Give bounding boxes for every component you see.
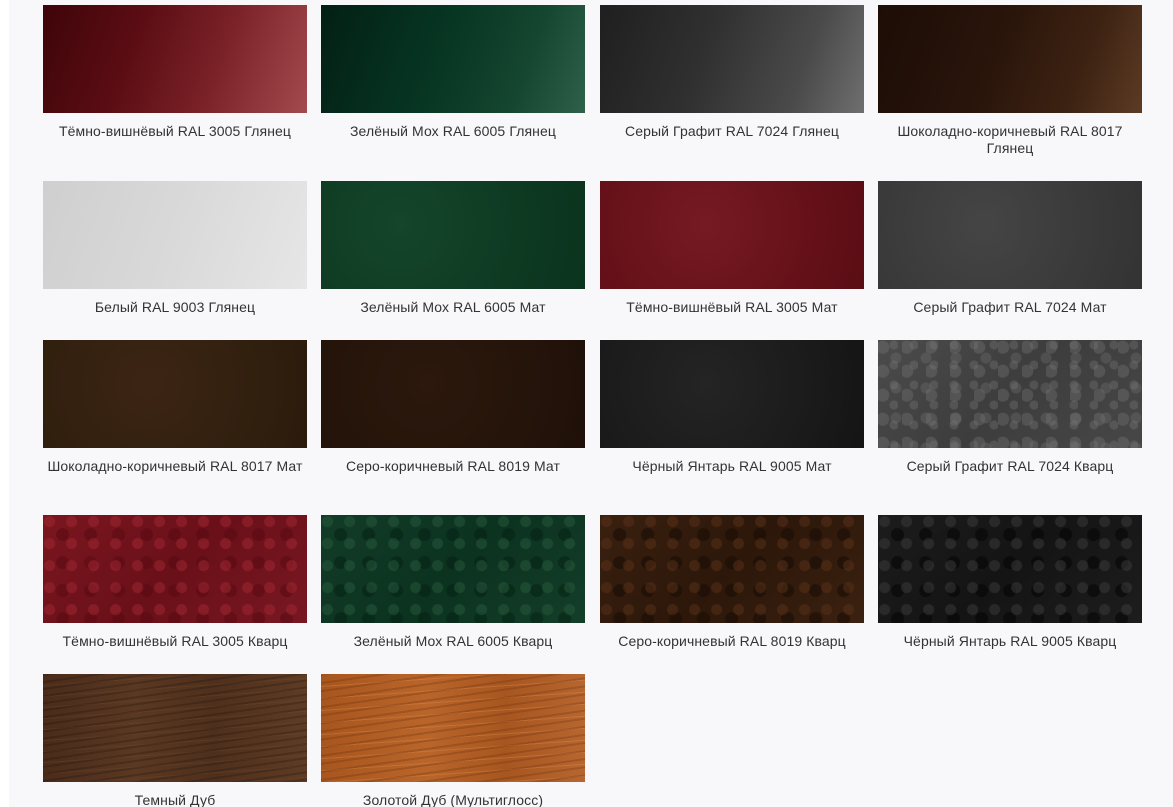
swatch-label: Тёмно-вишнёвый RAL 3005 Мат [626,299,838,315]
swatch-image[interactable] [43,5,307,113]
swatch-image[interactable] [600,340,864,448]
swatch-dark-oak[interactable]: Темный Дуб [43,674,307,807]
swatch-image[interactable] [878,515,1142,623]
swatch-image[interactable] [878,5,1142,113]
swatch-image[interactable] [600,5,864,113]
swatch-cherry-3005-mat[interactable]: Тёмно-вишнёвый RAL 3005 Мат [600,181,864,316]
swatch-chocolate-8017-mat[interactable]: Шоколадно-коричневый RAL 8017 Мат [43,340,307,475]
swatch-image[interactable] [321,674,585,782]
swatch-graphite-7024-gloss[interactable]: Серый Графит RAL 7024 Глянец [600,5,864,140]
page: Тёмно-вишнёвый RAL 3005 Глянец Зелёный М… [0,0,1173,807]
swatch-chocolate-8017-gloss[interactable]: Шоколадно-коричневый RAL 8017 Глянец [878,5,1142,157]
swatch-label: Серо-коричневый RAL 8019 Мат [346,458,560,474]
swatch-green-6005-gloss[interactable]: Зелёный Мох RAL 6005 Глянец [321,5,585,140]
swatch-image[interactable] [878,181,1142,289]
swatch-graphite-7024-mat[interactable]: Серый Графит RAL 7024 Мат [878,181,1142,316]
swatch-greybrown-8019-mat[interactable]: Серо-коричневый RAL 8019 Мат [321,340,585,475]
swatch-graphite-7024-quartz[interactable]: Серый Графит RAL 7024 Кварц [878,340,1142,475]
swatch-green-6005-mat[interactable]: Зелёный Мох RAL 6005 Мат [321,181,585,316]
swatch-label: Белый RAL 9003 Глянец [94,299,256,315]
swatch-label: Зелёный Мох RAL 6005 Кварц [353,633,553,649]
swatch-image[interactable] [600,181,864,289]
swatch-label: Зелёный Мох RAL 6005 Глянец [350,123,556,139]
swatch-white-9003-gloss[interactable]: Белый RAL 9003 Глянец [43,181,307,316]
swatch-greybrown-8019-quartz[interactable]: Серо-коричневый RAL 8019 Кварц [600,515,864,650]
swatch-black-9005-quartz[interactable]: Чёрный Янтарь RAL 9005 Кварц [878,515,1142,650]
swatch-cherry-3005-gloss[interactable]: Тёмно-вишнёвый RAL 3005 Глянец [43,5,307,140]
swatch-label: Шоколадно-коричневый RAL 8017 Мат [47,458,303,474]
swatch-image[interactable] [321,515,585,623]
swatch-image[interactable] [321,340,585,448]
swatch-label: Золотой Дуб (Мультиглосс) [362,792,544,807]
swatch-image[interactable] [321,5,585,113]
swatch-label: Серый Графит RAL 7024 Мат [913,299,1107,315]
swatch-label: Чёрный Янтарь RAL 9005 Мат [632,458,832,474]
swatch-golden-oak-multigloss[interactable]: Золотой Дуб (Мультиглосс) [321,674,585,807]
swatch-label: Серый Графит RAL 7024 Кварц [906,458,1114,474]
swatch-label: Шоколадно-коричневый RAL 8017 Глянец [897,123,1123,156]
swatch-black-9005-mat[interactable]: Чёрный Янтарь RAL 9005 Мат [600,340,864,475]
swatch-image[interactable] [321,181,585,289]
swatch-label: Серо-коричневый RAL 8019 Кварц [618,633,846,649]
swatch-label: Чёрный Янтарь RAL 9005 Кварц [903,633,1117,649]
swatch-label: Темный Дуб [134,792,216,807]
swatch-image[interactable] [43,340,307,448]
swatch-image[interactable] [43,515,307,623]
swatch-label: Серый Графит RAL 7024 Глянец [625,123,839,139]
swatch-label: Тёмно-вишнёвый RAL 3005 Глянец [58,123,292,139]
swatch-image[interactable] [43,181,307,289]
swatch-cherry-3005-quartz[interactable]: Тёмно-вишнёвый RAL 3005 Кварц [43,515,307,650]
swatch-image[interactable] [43,674,307,782]
swatch-label: Тёмно-вишнёвый RAL 3005 Кварц [62,633,288,649]
left-margin [0,0,9,807]
swatch-label: Зелёный Мох RAL 6005 Мат [360,299,546,315]
swatch-green-6005-quartz[interactable]: Зелёный Мох RAL 6005 Кварц [321,515,585,650]
swatch-image[interactable] [878,340,1142,448]
swatch-image[interactable] [600,515,864,623]
